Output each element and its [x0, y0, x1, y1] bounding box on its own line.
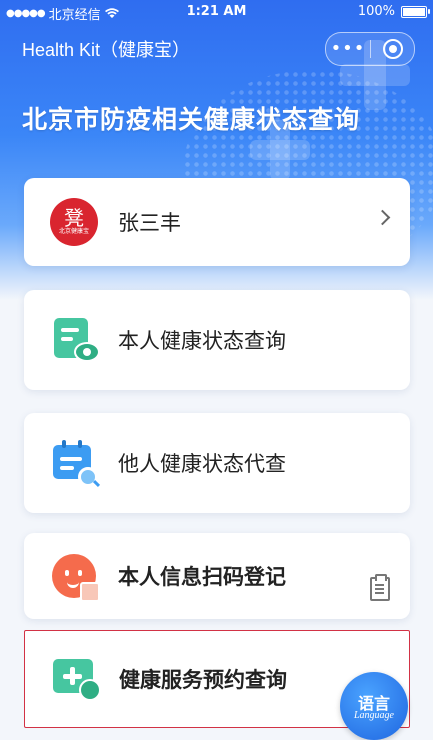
menu-label: 本人信息扫码登记 [118, 565, 286, 589]
miniprogram-capsule: ••• [325, 32, 415, 66]
menu-scan-register[interactable]: 本人信息扫码登记 [24, 533, 410, 619]
menu-label: 他人健康状态代查 [118, 452, 286, 476]
user-name: 张三丰 [118, 211, 181, 235]
battery-icon [401, 5, 430, 18]
user-card[interactable]: 凳 北京健康宝 张三丰 [24, 178, 410, 266]
battery-percent: 100% [357, 4, 395, 19]
menu-label: 健康服务预约查询 [119, 668, 287, 692]
medical-plus-icon [51, 655, 101, 703]
menu-label: 本人健康状态查询 [118, 329, 286, 353]
face-qr-icon [50, 552, 100, 602]
target-icon [382, 39, 403, 59]
nav-bar: Health Kit（健康宝） ••• [0, 30, 433, 66]
clipboard-icon[interactable] [370, 574, 390, 601]
menu-others-health-query[interactable]: 他人健康状态代查 [24, 413, 410, 513]
calendar-search-icon [50, 439, 98, 487]
chevron-right-icon [374, 209, 391, 226]
status-bar: ●●●●● 北京经信 1:21 AM 100% [0, 0, 433, 24]
health-kit-logo: 凳 北京健康宝 [50, 198, 98, 246]
more-icon[interactable]: ••• [326, 34, 370, 64]
language-label-en: Language [354, 710, 394, 721]
page-title: 北京市防疫相关健康状态查询 [22, 105, 361, 134]
close-button[interactable] [371, 39, 414, 59]
app-title: Health Kit（健康宝） [22, 40, 191, 60]
doc-eye-icon [50, 316, 100, 364]
badge-icon: 凳 北京健康宝 [50, 198, 98, 246]
menu-self-health-query[interactable]: 本人健康状态查询 [24, 290, 410, 390]
language-button[interactable]: 语言 Language [340, 672, 408, 740]
